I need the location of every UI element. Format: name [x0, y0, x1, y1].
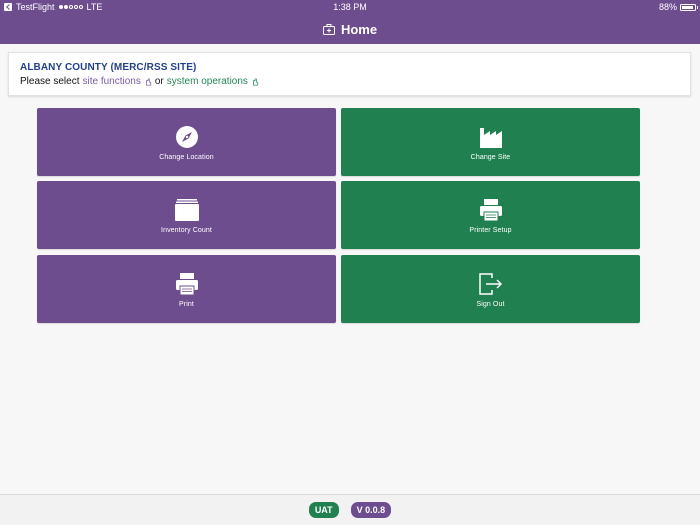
system-operations-link[interactable]: system operations	[167, 76, 248, 87]
prompt-joiner: or	[154, 76, 164, 87]
status-bar: TestFlight LTE 1:38 PM 88%	[0, 0, 700, 15]
site-info-card: ALBANY COUNTY (MERC/RSS SITE) Please sel…	[8, 52, 691, 96]
nav-bar: Home	[0, 15, 700, 44]
page-title: Home	[340, 22, 378, 37]
tile-label: Inventory Count	[161, 226, 212, 234]
tile-label: Print	[179, 300, 194, 308]
tile-label: Sign Out	[476, 300, 505, 308]
tile-label: Change Site	[470, 153, 511, 161]
tile-label: Change Location	[159, 153, 214, 161]
inventory-count-button[interactable]: Inventory Count	[37, 181, 336, 249]
environment-badge: UAT	[308, 502, 339, 518]
footer-bar: UAT V 0.0.8	[0, 494, 700, 525]
hand-point-icon	[145, 77, 152, 86]
site-name: ALBANY COUNTY (MERC/RSS SITE)	[20, 62, 197, 73]
compass-icon	[174, 124, 200, 150]
printer-icon	[174, 271, 200, 297]
sign-out-button[interactable]: Sign Out	[341, 255, 640, 323]
battery-percent: 88%	[658, 2, 677, 12]
stack-icon	[174, 197, 200, 223]
hand-point-icon	[252, 77, 259, 86]
print-button[interactable]: Print	[37, 255, 336, 323]
briefcase-plus-icon	[322, 24, 335, 35]
version-badge: V 0.0.8	[350, 502, 392, 518]
sign-out-icon	[478, 271, 504, 297]
printer-icon	[478, 197, 504, 223]
change-location-button[interactable]: Change Location	[37, 108, 336, 176]
printer-setup-button[interactable]: Printer Setup	[341, 181, 640, 249]
status-time: 1:38 PM	[333, 2, 367, 12]
prompt-text: Please select	[20, 76, 80, 87]
status-right: 88%	[658, 2, 698, 12]
battery-icon	[680, 3, 698, 11]
factory-icon	[478, 124, 504, 150]
change-site-button[interactable]: Change Site	[341, 108, 640, 176]
site-prompt: Please select site functions or system o…	[20, 76, 679, 87]
site-functions-link[interactable]: site functions	[82, 76, 140, 87]
tile-label: Printer Setup	[469, 226, 512, 234]
